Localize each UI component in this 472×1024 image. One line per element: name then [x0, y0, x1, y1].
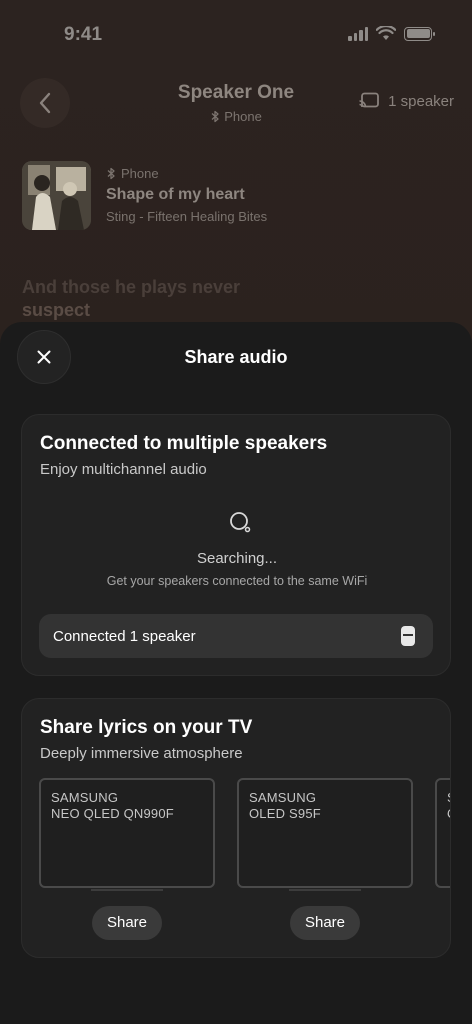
wifi-icon — [376, 26, 396, 40]
lyrics-line: And those he plays never — [22, 277, 241, 297]
battery-icon — [404, 26, 435, 41]
card-title: Connected to multiple speakers — [40, 433, 328, 454]
now-playing-source-label: Phone — [121, 166, 159, 181]
speaker-icon — [401, 626, 415, 646]
sheet-title: Share audio — [184, 347, 288, 367]
cast-label: 1 speaker — [388, 92, 454, 110]
tv-model: OLED S95F — [249, 806, 321, 821]
search-status: Searching... — [196, 550, 278, 567]
track-title: Shape of my heart — [106, 186, 245, 203]
searching-icon — [230, 512, 251, 533]
bluetooth-icon — [107, 167, 115, 180]
status-time: 9:41 — [64, 24, 103, 45]
share-button[interactable]: Share — [290, 906, 360, 940]
share-button[interactable]: Share — [92, 906, 162, 940]
lyrics-line: suspect — [22, 300, 91, 320]
cast-icon — [359, 92, 380, 108]
bluetooth-icon — [211, 110, 219, 123]
tv-model: O — [447, 806, 450, 821]
status-icons — [348, 26, 435, 41]
tv-lyrics-card: Share lyrics on your TV Deeply immersive… — [21, 698, 451, 958]
header-source-label: Phone — [224, 109, 262, 124]
card-subtitle: Enjoy multichannel audio — [40, 461, 207, 478]
tv-device[interactable]: S O — [435, 778, 450, 888]
tv-device[interactable]: SAMSUNG OLED S95F — [237, 778, 413, 888]
screen: 9:41 Speaker One Phone 1 speaker Phone S… — [0, 0, 472, 1024]
card-title: Share lyrics on your TV — [40, 717, 253, 738]
connected-speakers-row[interactable]: Connected 1 speaker — [39, 614, 433, 658]
tv-model: NEO QLED QN990F — [51, 806, 174, 821]
now-playing-source: Phone — [106, 166, 159, 181]
connected-speakers-label: Connected 1 speaker — [53, 628, 196, 645]
status-bar: 9:41 — [0, 0, 472, 70]
card-subtitle: Deeply immersive atmosphere — [40, 745, 243, 762]
tv-device[interactable]: SAMSUNG NEO QLED QN990F — [39, 778, 215, 888]
tv-stand — [91, 889, 163, 891]
header-source: Phone — [0, 109, 472, 124]
tv-stand — [289, 889, 361, 891]
search-hint: Get your speakers connected to the same … — [106, 574, 368, 588]
share-audio-sheet: Share audio Connected to multiple speake… — [0, 322, 472, 1024]
tv-brand: S — [447, 790, 450, 805]
tv-brand: SAMSUNG — [51, 790, 119, 805]
cellular-signal-icon — [348, 26, 368, 41]
tv-brand: SAMSUNG — [249, 790, 317, 805]
lyrics-preview: And those he plays never suspect — [22, 276, 442, 322]
album-art[interactable] — [22, 161, 91, 230]
multi-speaker-card: Connected to multiple speakers Enjoy mul… — [21, 414, 451, 676]
track-artist: Sting - Fifteen Healing Bites — [106, 209, 268, 224]
cast-button[interactable]: 1 speaker — [358, 92, 454, 110]
